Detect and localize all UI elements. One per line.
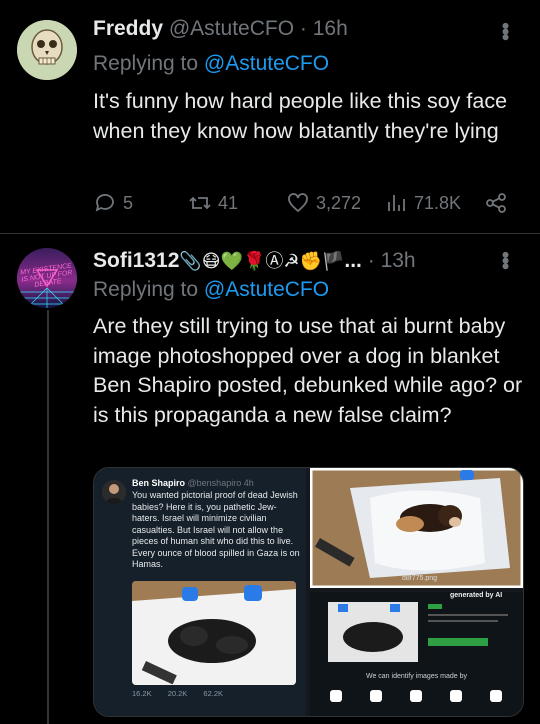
name-ellipsis: ... xyxy=(344,249,362,272)
views-icon xyxy=(388,195,405,211)
thread-line xyxy=(47,310,49,724)
detector-line xyxy=(428,614,508,616)
separator: · xyxy=(367,249,375,272)
avatar[interactable] xyxy=(17,20,77,80)
like-button[interactable]: 3,272 xyxy=(286,191,384,215)
views-button[interactable]: 71.8K xyxy=(384,191,484,215)
replying-to: Replying to @AstuteCFO xyxy=(93,278,329,302)
name-emojis: 📎😷💚🌹Ⓐ☭✊🏴 xyxy=(179,251,345,271)
embedded-stats: 16.2K 20.2K 62.2K xyxy=(132,689,237,698)
person-icon xyxy=(102,480,126,504)
action-bar: 5 41 3,272 71.8K xyxy=(93,189,513,217)
share-icon xyxy=(486,193,506,213)
media-embedded-tweet[interactable]: Ben Shapiro @benshapiro 4h You wanted pi… xyxy=(94,468,306,716)
embedded-time: 4h xyxy=(243,478,254,488)
file-caption: d8f775.png xyxy=(402,575,438,582)
retweet-count: 41 xyxy=(218,192,239,213)
embedded-avatar xyxy=(102,480,126,504)
detector-bar xyxy=(428,638,488,646)
tweet-text: Are they still trying to use that ai bur… xyxy=(93,314,523,427)
more-options-icon[interactable]: ••• xyxy=(492,251,518,268)
embedded-retweets: 20.2K xyxy=(167,689,188,698)
timestamp[interactable]: 13h xyxy=(381,249,416,272)
tweet-header: Freddy @AstuteCFO · 16h xyxy=(93,17,348,41)
timestamp[interactable]: 16h xyxy=(313,17,348,40)
share-button[interactable] xyxy=(484,191,508,215)
generated-label: generated by AI xyxy=(450,592,503,599)
tweet-text: It's funny how hard people like this soy… xyxy=(93,89,508,143)
burnt-object-image xyxy=(132,581,296,685)
embedded-likes: 62.2K xyxy=(203,689,224,698)
embedded-header: Ben Shapiro @benshapiro 4h xyxy=(132,478,254,488)
ai-badge xyxy=(428,604,442,609)
replying-to: Replying to @AstuteCFO xyxy=(93,52,329,76)
media-ai-detector[interactable]: generated by AI We can identify images m… xyxy=(310,592,523,716)
replying-prefix: Replying to xyxy=(93,278,199,301)
ai-detect-text: We can identify images made by xyxy=(365,673,468,680)
retweet-icon xyxy=(189,196,211,210)
embedded-text: You wanted pictorial proof of dead Jewis… xyxy=(132,490,300,569)
tweet-header: Sofi1312📎😷💚🌹Ⓐ☭✊🏴... · 13h xyxy=(93,247,416,273)
more-options-icon[interactable]: ••• xyxy=(492,22,518,39)
replying-handle-link[interactable]: @AstuteCFO xyxy=(204,278,329,301)
media-grid[interactable]: Ben Shapiro @benshapiro 4h You wanted pi… xyxy=(93,467,524,717)
display-name[interactable]: Freddy xyxy=(93,17,163,40)
embedded-replies: 16.2K xyxy=(132,689,152,698)
user-handle[interactable]: @AstuteCFO xyxy=(169,17,294,40)
media-dog-photo[interactable]: d8f775.png xyxy=(307,468,523,591)
replying-prefix: Replying to xyxy=(93,52,199,75)
model-icon xyxy=(370,690,382,702)
separator: · xyxy=(299,17,307,40)
model-icon xyxy=(450,690,462,702)
heart-icon xyxy=(288,193,308,213)
display-name[interactable]: Sofi1312 xyxy=(93,249,179,272)
reply-button[interactable]: 5 xyxy=(93,191,188,215)
embedded-photo xyxy=(132,581,296,685)
skull-avatar-icon xyxy=(17,20,77,80)
views-count: 71.8K xyxy=(414,192,462,213)
model-icon xyxy=(490,690,502,702)
model-icon xyxy=(330,690,342,702)
dog-in-blanket-image xyxy=(307,468,523,591)
model-icon xyxy=(410,690,422,702)
like-count: 3,272 xyxy=(316,192,362,213)
model-icons xyxy=(330,690,502,702)
detector-thumb-image xyxy=(328,602,418,662)
tweet-freddy[interactable]: Freddy @AstuteCFO · 16h ••• Replying to … xyxy=(0,0,540,233)
reply-icon xyxy=(95,194,114,212)
embedded-handle: @benshapiro xyxy=(187,478,242,488)
avatar[interactable]: MY EXISTENCE IS NOT UP FOR DEBATE xyxy=(17,248,77,308)
replying-handle-link[interactable]: @AstuteCFO xyxy=(204,52,329,75)
embedded-name: Ben Shapiro xyxy=(132,478,186,488)
retweet-button[interactable]: 41 xyxy=(188,191,286,215)
reply-count: 5 xyxy=(123,192,134,213)
detector-line xyxy=(428,620,498,622)
